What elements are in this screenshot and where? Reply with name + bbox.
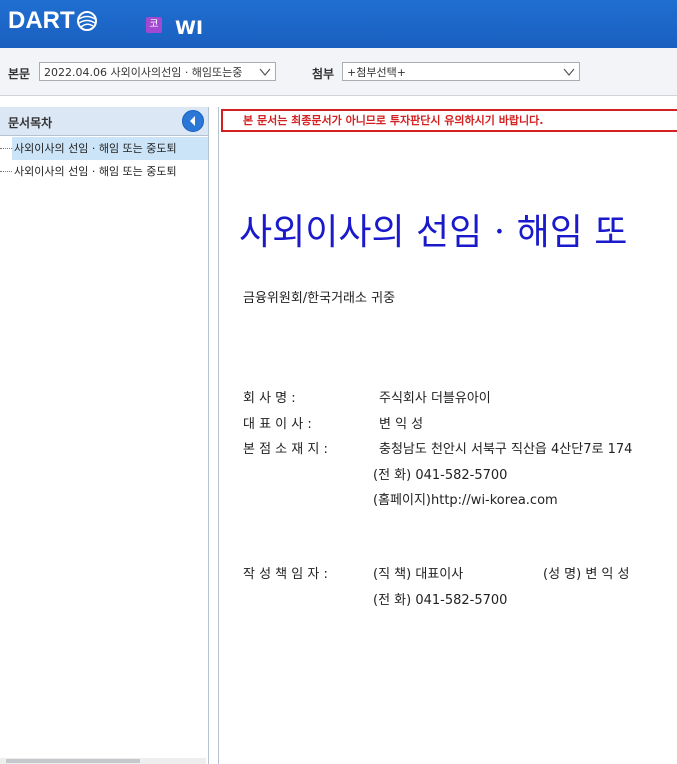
chevron-down-icon <box>259 68 271 76</box>
app-header: DART 코 WI <box>0 0 677 48</box>
author-label: 작 성 책 임 자 : <box>243 567 328 582</box>
company-name: WI <box>175 17 204 39</box>
chevron-left-icon <box>190 116 195 126</box>
company-label: 회 사 명 : <box>243 391 296 406</box>
toc-tree: 사외이사의 선임 · 해임 또는 중도퇴 사외이사의 선임 · 해임 또는 중도… <box>0 137 208 183</box>
body-select-value: 2022.04.06 사외이사의선임 · 해임또는중 <box>44 66 243 79</box>
attach-select-value: +첨부선택+ <box>347 66 406 79</box>
address-label: 본 점 소 재 지 : <box>243 442 328 457</box>
homepage-line: (홈페이지)http://wi-korea.com <box>373 493 558 508</box>
collapse-sidebar-button[interactable] <box>182 110 204 132</box>
globe-icon <box>76 11 97 31</box>
tree-connector <box>0 171 12 172</box>
ceo-label: 대 표 이 사 : <box>243 417 312 432</box>
dart-logo[interactable]: DART <box>8 6 98 36</box>
document-title: 사외이사의 선임 · 해임 또 <box>239 212 628 253</box>
tree-connector <box>0 148 12 149</box>
phone-line: (전 화) 041-582-5700 <box>373 468 508 483</box>
toc-item-label: 사외이사의 선임 · 해임 또는 중도퇴 <box>14 165 177 178</box>
author-name: (성 명) 변 익 성 <box>543 567 630 582</box>
scrollbar-thumb[interactable] <box>6 759 140 763</box>
table-of-contents: 문서목차 사외이사의 선임 · 해임 또는 중도퇴 사외이사의 선임 · 해임 … <box>0 107 209 764</box>
body-select[interactable]: 2022.04.06 사외이사의선임 · 해임또는중 <box>39 62 276 81</box>
author-position: (직 책) 대표이사 <box>373 567 464 582</box>
author-phone: (전 화) 041-582-5700 <box>373 593 508 608</box>
toc-item[interactable]: 사외이사의 선임 · 해임 또는 중도퇴 <box>0 160 208 183</box>
draft-notice: 본 문서는 최종문서가 아니므로 투자판단시 유의하시기 바랍니다. <box>221 109 677 132</box>
toc-header: 문서목차 <box>0 107 208 136</box>
ceo-value: 변 익 성 <box>379 417 424 432</box>
attach-label: 첨부 <box>312 67 335 81</box>
chevron-down-icon <box>563 68 575 76</box>
attach-select[interactable]: +첨부선택+ <box>342 62 580 81</box>
body-label: 본문 <box>8 67 31 81</box>
company-value: 주식회사 더블유아이 <box>379 391 491 406</box>
recipient: 금융위원회/한국거래소 귀중 <box>243 291 396 306</box>
toc-item[interactable]: 사외이사의 선임 · 해임 또는 중도퇴 <box>0 137 208 160</box>
document-viewer: 본 문서는 최종문서가 아니므로 투자판단시 유의하시기 바랍니다. 사외이사의… <box>218 107 677 764</box>
document-toolbar: 본문 2022.04.06 사외이사의선임 · 해임또는중 첨부 +첨부선택+ <box>0 48 677 96</box>
market-badge: 코 <box>146 17 162 33</box>
address-value: 충청남도 천안시 서북구 직산읍 4산단7로 174 <box>379 442 633 457</box>
toc-title: 문서목차 <box>8 116 53 130</box>
toc-item-label: 사외이사의 선임 · 해임 또는 중도퇴 <box>12 137 208 160</box>
horizontal-scrollbar[interactable] <box>0 758 206 764</box>
logo-text: DART <box>8 7 75 34</box>
